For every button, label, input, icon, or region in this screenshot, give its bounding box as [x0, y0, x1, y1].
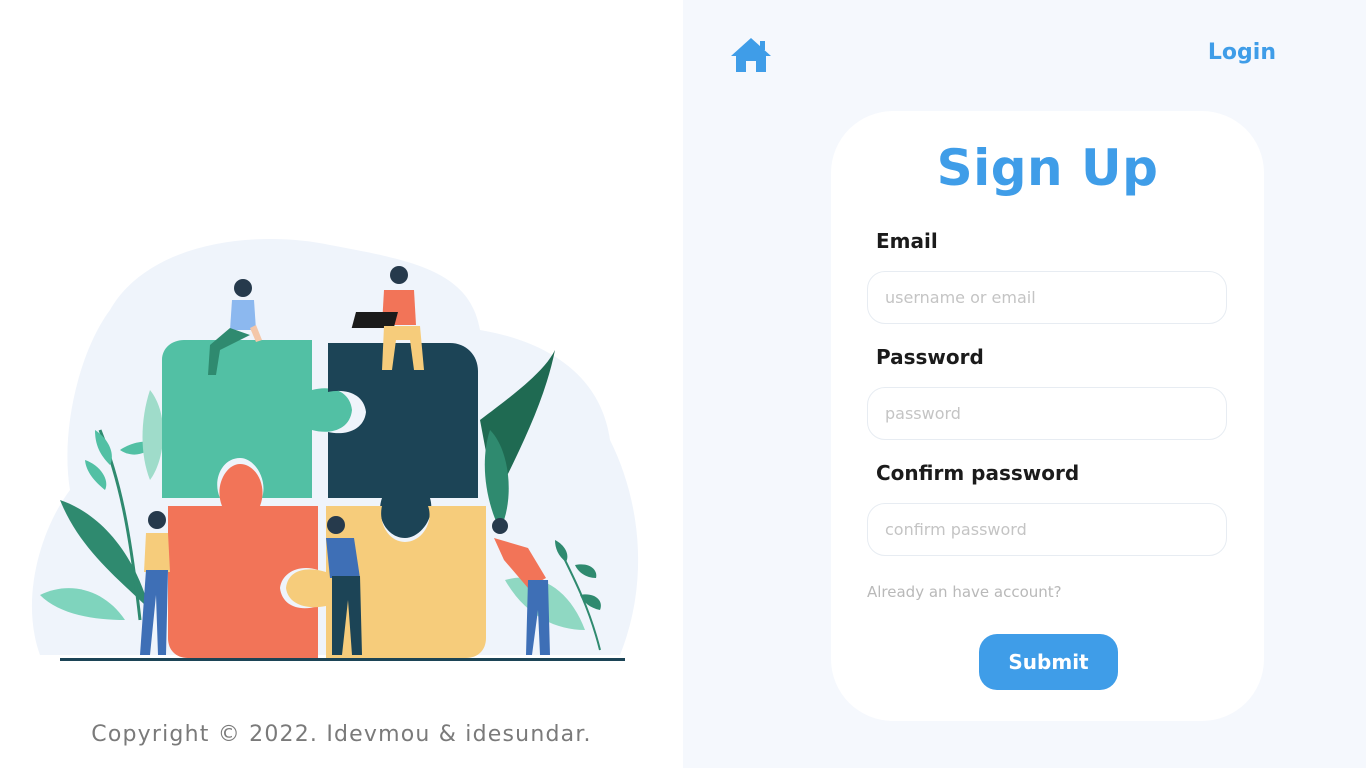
confirm-password-label: Confirm password [876, 461, 1080, 485]
submit-button[interactable]: Submit [979, 634, 1118, 690]
illustration-pane: Copyright © 2022. Idevmou & idesundar. [0, 0, 683, 768]
email-label: Email [876, 229, 938, 253]
home-icon[interactable] [729, 36, 773, 74]
already-have-account-link[interactable]: Already an have account? [867, 583, 1062, 601]
password-input[interactable] [867, 387, 1227, 440]
login-link[interactable]: Login [1208, 40, 1276, 65]
page-title: Sign Up [936, 139, 1159, 197]
password-label: Password [876, 345, 984, 369]
teamwork-puzzle-illustration [31, 238, 639, 661]
signup-card: Sign Up Email Password Confirm password … [831, 111, 1264, 721]
signup-pane: Login Sign Up Email Password Confirm pas… [683, 0, 1366, 768]
copyright-text: Copyright © 2022. Idevmou & idesundar. [91, 722, 592, 747]
confirm-password-input[interactable] [867, 503, 1227, 556]
email-input[interactable] [867, 271, 1227, 324]
